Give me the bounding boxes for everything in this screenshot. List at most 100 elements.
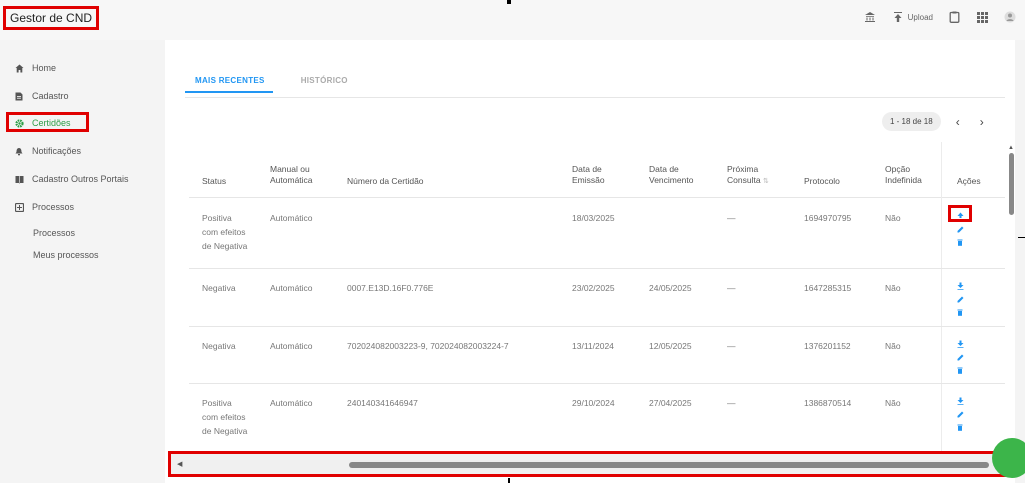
cell-proxima-consulta: — xyxy=(727,398,736,408)
cell-proxima-consulta: — xyxy=(727,213,736,223)
cell-opcao: Não xyxy=(885,283,901,293)
header-text: Indefinida xyxy=(885,175,922,185)
horizontal-scroll-thumb[interactable] xyxy=(349,462,989,468)
upload-button[interactable]: Upload xyxy=(891,10,933,24)
vertical-scroll-thumb[interactable] xyxy=(1009,153,1014,215)
tabs-divider xyxy=(185,97,1005,98)
cell-protocolo: 1647285315 xyxy=(804,283,852,293)
cell-status: Negativa xyxy=(202,341,236,351)
sidebar-item-label: Home xyxy=(32,63,57,73)
sidebar-item-label: Notificações xyxy=(32,146,82,156)
table-row: Positiva com efeitos de Negativa Automát… xyxy=(189,384,1005,454)
edit-icon[interactable] xyxy=(955,409,965,419)
notification-icon xyxy=(14,146,24,156)
vertical-scrollbar[interactable]: ▲ xyxy=(1007,145,1015,460)
row-actions xyxy=(955,281,965,317)
cell-status: Negativa xyxy=(202,283,236,293)
sort-icon[interactable]: ⇅ xyxy=(763,178,769,185)
sidebar-item-cadastro-outros-portais[interactable]: Cadastro Outros Portais xyxy=(14,174,129,184)
user-icon[interactable] xyxy=(1003,10,1017,24)
download-icon[interactable] xyxy=(955,281,965,291)
sidebar-item-cadastro[interactable]: Cadastro xyxy=(14,91,69,101)
pagination-range: 1 - 18 de 18 xyxy=(882,112,941,131)
cell-protocolo: 1376201152 xyxy=(804,341,851,351)
bank-icon[interactable] xyxy=(863,10,877,24)
cell-proxima-consulta: — xyxy=(727,341,736,351)
cell-emissao: 13/11/2024 xyxy=(572,341,614,351)
document-icon xyxy=(14,91,24,101)
home-icon xyxy=(14,63,24,73)
header-opcao-indefinida[interactable]: Opção Indefinida xyxy=(885,164,922,186)
cell-status: Positiva com efeitos de Negativa xyxy=(202,398,248,436)
sidebar-subitem-processos[interactable]: Processos xyxy=(33,228,75,238)
edge-marker xyxy=(508,478,510,483)
delete-icon[interactable] xyxy=(955,307,965,317)
tabs: MAIS RECENTES HISTÓRICO xyxy=(185,74,356,93)
sidebar-item-home[interactable]: Home xyxy=(14,63,56,73)
scroll-left-icon[interactable]: ◀ xyxy=(177,460,182,468)
chat-fab-button[interactable] xyxy=(992,438,1025,478)
cell-vencimento: 24/05/2025 xyxy=(649,283,692,293)
tab-historico[interactable]: HISTÓRICO xyxy=(291,74,356,93)
cell-emissao: 18/03/2025 xyxy=(572,213,615,223)
download-icon[interactable] xyxy=(955,396,965,406)
sidebar xyxy=(0,40,165,483)
header-status[interactable]: Status xyxy=(202,176,226,187)
clipboard-icon[interactable] xyxy=(947,10,961,24)
cell-numero: 0007.E13D.16F0.776E xyxy=(347,283,434,293)
row-actions xyxy=(955,339,965,375)
next-page-button[interactable]: › xyxy=(975,115,989,129)
cell-tipo: Automático xyxy=(270,283,313,293)
header-proxima-consulta[interactable]: Próxima Consulta ⇅ xyxy=(727,164,769,187)
download-icon[interactable] xyxy=(955,339,965,349)
cell-status: Positiva com efeitos de Negativa xyxy=(202,213,248,251)
table-header: Status Manual ou Automática Número da Ce… xyxy=(189,142,1005,198)
cell-emissao: 29/10/2024 xyxy=(572,398,615,408)
edit-icon[interactable] xyxy=(955,352,965,362)
scroll-up-icon[interactable]: ▲ xyxy=(1008,145,1014,151)
tab-mais-recentes[interactable]: MAIS RECENTES xyxy=(185,74,273,93)
header-text: Automática xyxy=(270,175,313,185)
edit-icon[interactable] xyxy=(955,294,965,304)
header-manual-ou-automatica[interactable]: Manual ou Automática xyxy=(270,164,313,186)
table-row: Positiva com efeitos de Negativa Automát… xyxy=(189,199,1005,269)
header-protocolo[interactable]: Protocolo xyxy=(804,176,840,187)
header-text: Vencimento xyxy=(649,175,694,185)
top-actions: Upload xyxy=(863,10,1017,24)
top-bar: Gestor de CND Upload xyxy=(0,0,1025,40)
process-icon xyxy=(14,202,24,212)
header-data-vencimento[interactable]: Data de Vencimento xyxy=(649,164,693,186)
highlight-box-upload xyxy=(948,205,972,222)
delete-icon[interactable] xyxy=(955,422,965,432)
sidebar-item-processos[interactable]: Processos xyxy=(14,202,74,212)
highlight-box-certidoes xyxy=(6,112,89,132)
sidebar-subitem-meus-processos[interactable]: Meus processos xyxy=(33,250,99,260)
header-text: Opção xyxy=(885,164,911,174)
edge-marker xyxy=(507,0,511,4)
prev-page-button[interactable]: ‹ xyxy=(951,115,965,129)
delete-icon[interactable] xyxy=(955,365,965,375)
table-row: Negativa Automático 0007.E13D.16F0.776E … xyxy=(189,269,1005,327)
edit-icon[interactable] xyxy=(955,224,965,234)
header-text: Data de xyxy=(572,164,602,174)
header-numero-certidao[interactable]: Número da Certidão xyxy=(347,176,424,187)
sidebar-item-label: Cadastro Outros Portais xyxy=(32,174,129,184)
cell-tipo: Automático xyxy=(270,398,313,408)
row-actions xyxy=(955,396,965,432)
sidebar-item-label: Cadastro xyxy=(32,91,69,101)
app-title: Gestor de CND xyxy=(3,6,100,30)
cell-opcao: Não xyxy=(885,398,901,408)
cell-tipo: Automático xyxy=(270,213,313,223)
cell-emissao: 23/02/2025 xyxy=(572,283,615,293)
header-data-emissao[interactable]: Data de Emissão xyxy=(572,164,605,186)
book-icon xyxy=(14,174,24,184)
pagination: 1 - 18 de 18 ‹ › xyxy=(882,112,989,131)
cell-vencimento: 27/04/2025 xyxy=(649,398,692,408)
cell-vencimento: 12/05/2025 xyxy=(649,341,692,351)
horizontal-scrollbar[interactable]: ◀ xyxy=(168,451,1008,477)
certidoes-table: Status Manual ou Automática Número da Ce… xyxy=(189,142,1005,462)
apps-grid-icon[interactable] xyxy=(975,10,989,24)
delete-icon[interactable] xyxy=(955,237,965,247)
sidebar-item-notificacoes[interactable]: Notificações xyxy=(14,146,81,156)
upload-label: Upload xyxy=(907,12,933,22)
